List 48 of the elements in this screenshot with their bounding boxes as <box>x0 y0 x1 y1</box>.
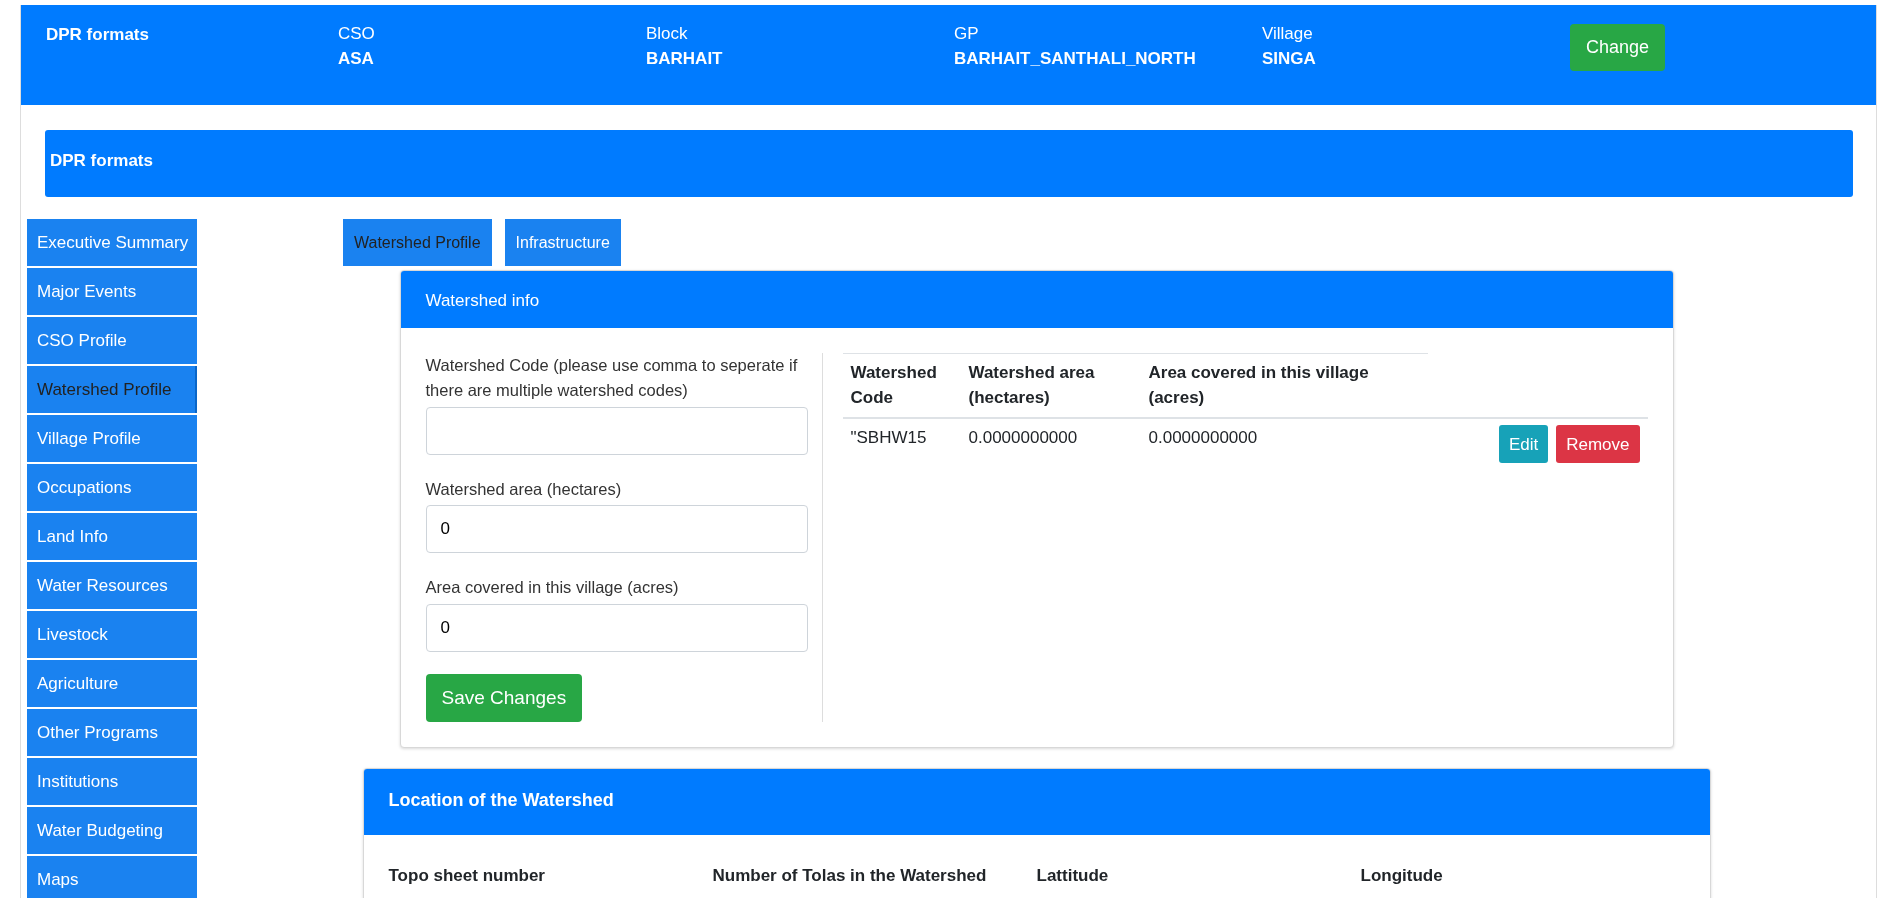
table-cell: 0.0000000000 <box>960 418 1141 470</box>
sidebar-item[interactable]: Other Programs <box>27 709 197 756</box>
input-field[interactable]: 0 <box>425 604 808 652</box>
column-header: Topo sheet number <box>388 865 546 887</box>
table-cell: 0.0000000000 <box>1140 418 1428 470</box>
column-header: Lattitude <box>1036 865 1110 887</box>
sidebar-item[interactable]: Executive Summary <box>27 219 197 266</box>
field-label: Area covered in this village (acres) <box>425 577 680 599</box>
header-title: DPR formats <box>46 24 150 46</box>
sidebar-item[interactable]: Occupations <box>27 464 197 511</box>
sidebar-item[interactable]: Major Events <box>27 268 197 315</box>
sidebar-item[interactable]: Maps <box>27 856 197 898</box>
sidebar-item[interactable]: Watershed Profile <box>27 366 197 413</box>
input-field[interactable]: 0 <box>425 505 808 554</box>
sidebar-item[interactable]: Livestock <box>27 611 197 658</box>
edit-button[interactable]: Edit <box>1498 425 1549 464</box>
tab[interactable]: Watershed Profile <box>343 219 492 266</box>
sidebar-item[interactable]: Agriculture <box>27 660 197 707</box>
remove-button[interactable]: Remove <box>1556 425 1640 464</box>
field-label: Watershed area (hectares) <box>425 478 623 500</box>
field-value: SINGA <box>1262 47 1317 70</box>
sidebar-item[interactable]: Village Profile <box>27 415 197 462</box>
column-header: Number of Tolas in the Watershed <box>712 865 988 887</box>
save-button[interactable]: Save Changes <box>425 674 583 722</box>
field-value: BARHAIT_SANTHALI_NORTH <box>954 47 1197 70</box>
column-header: Watershed area (hectares) <box>960 353 1141 419</box>
tab[interactable]: Infrastructure <box>504 219 621 266</box>
field-label: Block <box>646 23 689 45</box>
panel-title: DPR formats <box>45 130 1853 197</box>
sidebar-item[interactable]: Water Resources <box>27 562 197 609</box>
column-header: Longitude <box>1360 865 1444 887</box>
sidebar-item[interactable]: Land Info <box>27 513 197 560</box>
change-button[interactable]: Change <box>1570 24 1666 71</box>
column-header: Watershed Code <box>842 353 961 419</box>
column-header: Area covered in this village (acres) <box>1140 353 1428 419</box>
table-cell: "SBHW15 <box>842 418 961 470</box>
sidebar-item[interactable]: Water Budgeting <box>27 807 197 854</box>
field-label: Village <box>1262 23 1314 45</box>
sidebar-item[interactable]: CSO Profile <box>27 317 197 364</box>
field-label: GP <box>954 23 980 45</box>
field-value: ASA <box>338 47 375 70</box>
field-value: BARHAIT <box>646 47 724 70</box>
field-label: Watershed Code (please use comma to seperate if there are multiple watershed codes) <box>425 355 799 401</box>
sidebar-item[interactable]: Institutions <box>27 758 197 805</box>
field-label: CSO <box>338 23 376 45</box>
card-title: Location of the Watershed <box>363 769 1710 835</box>
card-title: Watershed info <box>400 271 1673 328</box>
input-field[interactable] <box>425 406 808 455</box>
